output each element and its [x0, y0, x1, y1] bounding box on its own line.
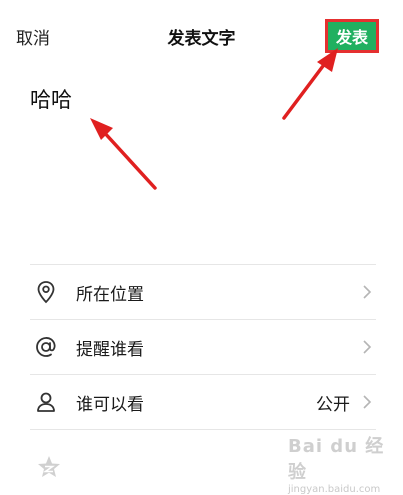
arrow-to-text	[90, 118, 157, 190]
publish-button[interactable]: 发表	[325, 19, 379, 53]
watermark-brand: Bai du 经验	[288, 436, 385, 483]
watermark-logo: Bai du 经验 jingyan.baidu.com	[288, 432, 398, 495]
qzone-star-icon[interactable]	[36, 454, 62, 480]
location-pin-icon	[32, 278, 60, 306]
option-label: 谁可以看	[76, 394, 144, 415]
chevron-right-icon	[363, 285, 372, 299]
option-label: 所在位置	[76, 284, 144, 305]
option-remind[interactable]: 提醒谁看	[30, 319, 376, 374]
top-bar: 取消 发表文字 发表	[0, 0, 403, 72]
chevron-right-icon	[363, 340, 372, 354]
person-icon	[32, 388, 60, 416]
chevron-right-icon	[363, 395, 372, 409]
compose-text[interactable]: 哈哈	[30, 84, 72, 114]
option-label: 提醒谁看	[76, 339, 144, 360]
options-list: 所在位置 提醒谁看 谁可以看 公开	[30, 264, 376, 431]
option-visibility[interactable]: 谁可以看 公开	[30, 374, 376, 429]
at-mention-icon	[32, 333, 60, 361]
watermark-url: jingyan.baidu.com	[288, 484, 381, 495]
option-location[interactable]: 所在位置	[30, 264, 376, 319]
divider	[30, 429, 376, 431]
option-value: 公开	[316, 394, 350, 415]
